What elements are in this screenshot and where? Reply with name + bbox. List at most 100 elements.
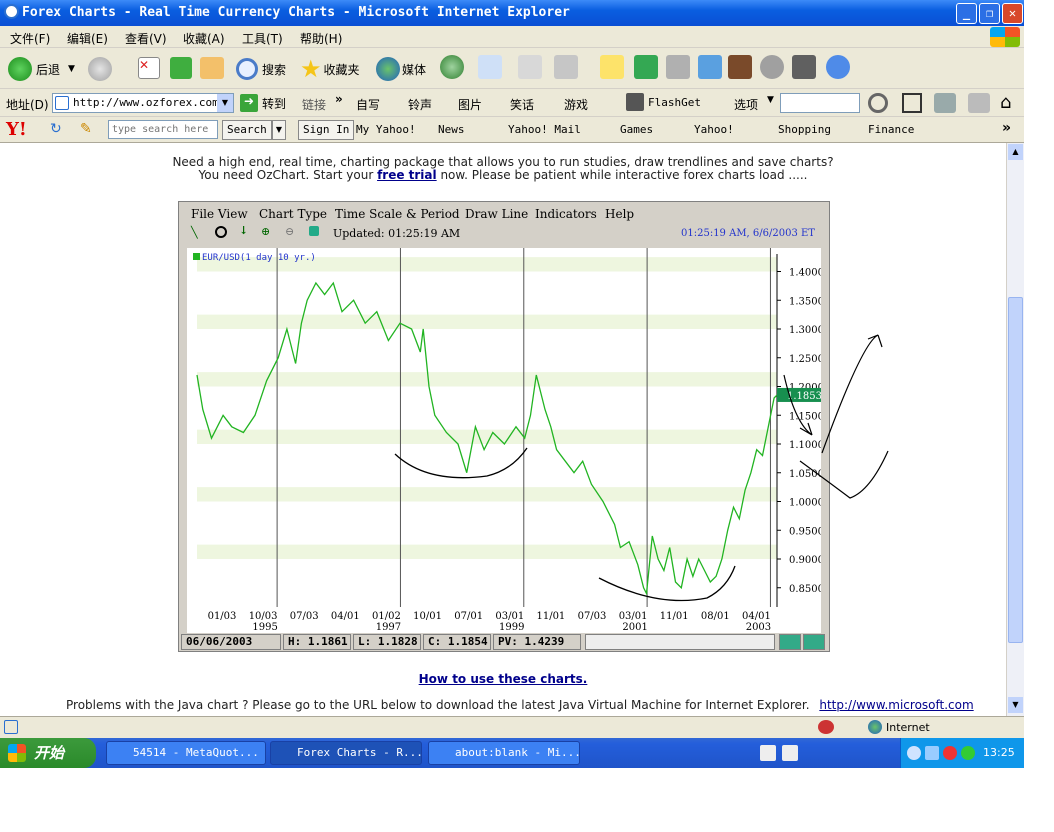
print-icon[interactable]: [518, 55, 542, 79]
home-small-icon[interactable]: ⌂: [1000, 92, 1011, 113]
microsoft-link[interactable]: http://www.microsoft.com: [819, 698, 973, 712]
link-item[interactable]: 笑话: [510, 96, 534, 113]
people-icon[interactable]: [826, 55, 850, 79]
link-item[interactable]: 图片: [458, 96, 482, 113]
chart-window-icon[interactable]: [779, 634, 801, 650]
menu-view[interactable]: 查看(V): [125, 30, 167, 47]
free-trial-link[interactable]: free trial: [377, 168, 437, 182]
yahoo-link[interactable]: Yahoo!: [694, 123, 734, 136]
refresh-icon[interactable]: [170, 57, 192, 79]
menu-favorites[interactable]: 收藏(A): [183, 30, 225, 47]
task-metaquotes[interactable]: 54514 - MetaQuot...: [106, 741, 266, 765]
applet-menu-item[interactable]: Help: [605, 207, 634, 221]
color-tool-icon[interactable]: [309, 226, 319, 236]
favorites-button[interactable]: ★ 收藏夹: [300, 55, 360, 83]
messenger-icon[interactable]: [698, 55, 722, 79]
history-icon[interactable]: [440, 55, 464, 79]
tray-app-icon[interactable]: [961, 746, 975, 760]
flashget-button[interactable]: FlashGet: [648, 96, 701, 109]
title-bar[interactable]: Forex Charts - Real Time Currency Charts…: [0, 0, 1024, 26]
link-icon[interactable]: [968, 93, 990, 113]
forex-chart-applet[interactable]: File View Chart Type Time Scale & Period…: [178, 201, 830, 652]
help-icon[interactable]: [782, 745, 798, 761]
scroll-thumb[interactable]: [1008, 297, 1023, 643]
down-arrow-tool-icon[interactable]: ↓: [239, 224, 248, 237]
maximize-button[interactable]: ❐: [979, 3, 1000, 24]
toolbar-search-field[interactable]: [780, 93, 860, 113]
vertical-scrollbar[interactable]: ▲ ▼: [1006, 143, 1024, 716]
translate-icon[interactable]: [634, 55, 658, 79]
antivirus-icon[interactable]: [943, 746, 957, 760]
start-button[interactable]: 开始: [0, 738, 96, 768]
scroll-down-icon[interactable]: ▼: [1008, 697, 1023, 713]
search-button[interactable]: 搜索: [236, 55, 286, 83]
zoom-icon[interactable]: [868, 93, 888, 113]
back-dropdown-icon[interactable]: ▼: [68, 64, 75, 74]
task-forex-charts[interactable]: Forex Charts - R...: [270, 741, 422, 765]
address-dropdown-icon[interactable]: ▼: [217, 94, 233, 112]
refresh-small-icon[interactable]: ↻: [50, 121, 62, 137]
menu-edit[interactable]: 编辑(E): [67, 30, 108, 47]
media-button[interactable]: 媒体: [376, 55, 426, 83]
chart-hscroll[interactable]: [585, 634, 775, 650]
pencil-icon[interactable]: ✎: [80, 121, 92, 137]
network-icon[interactable]: [925, 746, 939, 760]
menu-tools[interactable]: 工具(T): [242, 30, 283, 47]
applet-menu-item[interactable]: File View: [191, 207, 248, 221]
menu-file[interactable]: 文件(F): [10, 30, 50, 47]
links-chevron-icon[interactable]: »: [335, 92, 343, 106]
go-button[interactable]: ➜ 转到: [240, 94, 286, 112]
howto-link[interactable]: How to use these charts.: [419, 672, 588, 686]
scroll-up-icon[interactable]: ▲: [1008, 144, 1023, 160]
options-button[interactable]: 选项: [734, 96, 758, 113]
minimize-button[interactable]: _: [956, 3, 977, 24]
chart-plot-area[interactable]: 1.40001.35001.30001.25001.20001.15001.10…: [187, 248, 824, 633]
close-button[interactable]: ✕: [1002, 3, 1023, 24]
address-field[interactable]: http://www.ozforex.com. ▼: [52, 93, 234, 113]
ime-icon[interactable]: [760, 745, 776, 761]
back-button[interactable]: 后退 ▼: [8, 55, 75, 83]
search-dropdown-icon[interactable]: ▼: [272, 120, 286, 140]
link-item[interactable]: 自写: [356, 96, 380, 113]
menu-help[interactable]: 帮助(H): [300, 30, 342, 47]
sign-in-button[interactable]: Sign In: [298, 120, 355, 140]
zoom-out-icon[interactable]: ⊖: [285, 225, 294, 238]
zoom-in-icon[interactable]: ⊕: [261, 225, 270, 238]
edit-icon[interactable]: [554, 55, 578, 79]
discuss-icon[interactable]: [600, 55, 624, 79]
yahoo-search-input[interactable]: [108, 120, 218, 139]
research-icon[interactable]: [728, 55, 752, 79]
task-about-blank[interactable]: about:blank - Mi...: [428, 741, 580, 765]
applet-menu-item[interactable]: Time Scale & Period: [335, 207, 460, 221]
applet-menu-item[interactable]: Chart Type: [259, 207, 327, 221]
games-link[interactable]: Games: [620, 123, 653, 136]
link-item[interactable]: 铃声: [408, 96, 432, 113]
trendline-tool-icon[interactable]: ╲: [191, 226, 198, 239]
options-dropdown-icon[interactable]: ▼: [767, 95, 774, 105]
window-icon[interactable]: [902, 93, 922, 113]
chart-help-icon[interactable]: [803, 634, 825, 650]
yahoo-search-button[interactable]: Search: [222, 120, 272, 140]
forward-button[interactable]: [88, 55, 112, 83]
eurusd-chart[interactable]: 1.40001.35001.30001.25001.20001.15001.10…: [187, 248, 824, 633]
yahoo-mail-link[interactable]: Yahoo! Mail: [508, 123, 581, 136]
popup-blocked-icon[interactable]: [818, 720, 834, 734]
my-yahoo-link[interactable]: My Yahoo!: [356, 123, 416, 136]
tray-chevron-icon[interactable]: [907, 746, 921, 760]
shopping-link[interactable]: Shopping: [778, 123, 831, 136]
stop-icon[interactable]: ✕: [138, 57, 160, 79]
home-icon[interactable]: [200, 57, 224, 79]
yahoo-chevron-icon[interactable]: »: [1002, 120, 1011, 136]
link-item[interactable]: 游戏: [564, 96, 588, 113]
links-label[interactable]: 链接: [302, 96, 326, 113]
mail-icon[interactable]: [478, 55, 502, 79]
archive-icon[interactable]: [792, 55, 816, 79]
news-link[interactable]: News: [438, 123, 465, 136]
chat-icon[interactable]: [760, 55, 784, 79]
applet-menu-item[interactable]: Draw Line: [465, 207, 528, 221]
gear-icon[interactable]: [934, 93, 956, 113]
yahoo-logo-icon[interactable]: Y!: [6, 119, 27, 140]
crosshair-tool-icon[interactable]: [215, 226, 227, 238]
applet-menu-item[interactable]: Indicators: [535, 207, 597, 221]
finance-link[interactable]: Finance: [868, 123, 914, 136]
